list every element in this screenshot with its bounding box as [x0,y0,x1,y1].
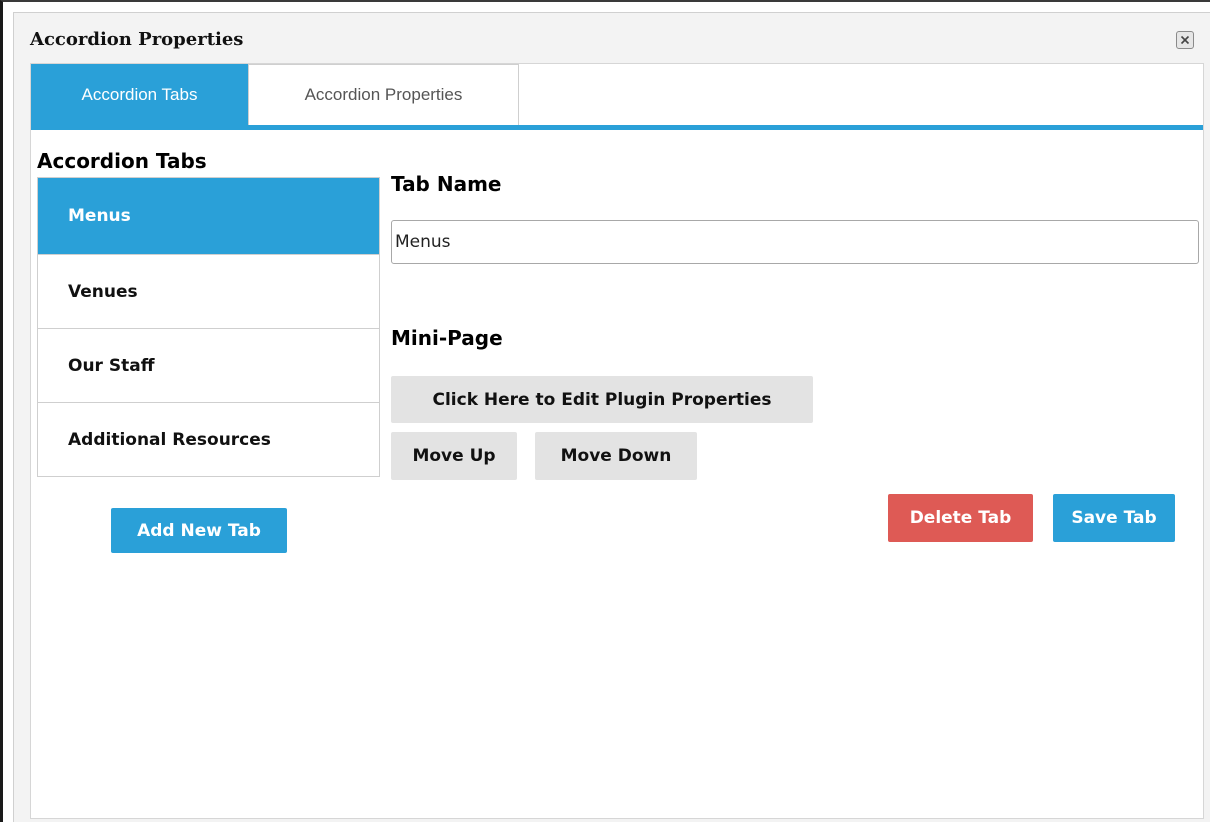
add-new-tab-button[interactable]: Add New Tab [111,508,287,553]
sidebar-item-venues[interactable]: Venues [38,254,379,328]
edit-plugin-properties-button[interactable]: Click Here to Edit Plugin Properties [391,376,813,423]
sidebar-heading: Accordion Tabs [37,149,207,173]
dialog-title-bar: Accordion Properties [14,13,1210,63]
accordion-properties-dialog: Accordion Properties Accordion Tabs Acco… [13,12,1210,822]
accordion-tab-list: Menus Venues Our Staff Additional Resour… [37,177,380,477]
delete-tab-button[interactable]: Delete Tab [888,494,1033,542]
tab-accordion-properties[interactable]: Accordion Properties [248,64,519,125]
close-button[interactable] [1176,31,1194,49]
sidebar-item-additional-resources[interactable]: Additional Resources [38,402,379,476]
save-tab-button[interactable]: Save Tab [1053,494,1175,542]
tab-accordion-tabs[interactable]: Accordion Tabs [31,64,248,125]
sidebar-item-menus[interactable]: Menus [38,178,379,254]
mini-page-label: Mini-Page [391,326,503,350]
dialog-title: Accordion Properties [30,29,244,50]
screen-frame: Accordion Properties Accordion Tabs Acco… [0,0,1210,822]
close-icon [1180,35,1190,45]
move-down-button[interactable]: Move Down [535,432,697,480]
move-up-button[interactable]: Move Up [391,432,517,480]
tab-strip: Accordion Tabs Accordion Properties [31,64,1203,130]
dialog-body: Accordion Tabs Accordion Properties Acco… [30,63,1204,819]
sidebar-item-our-staff[interactable]: Our Staff [38,328,379,402]
tab-name-input[interactable] [391,220,1199,264]
tab-name-label: Tab Name [391,172,502,196]
